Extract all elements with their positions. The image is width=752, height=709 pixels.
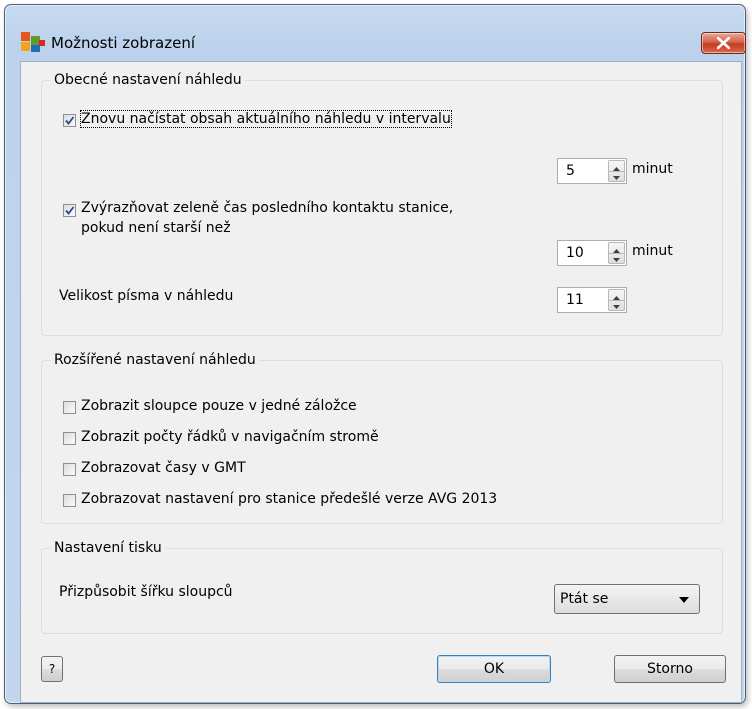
avg-logo-icon: [21, 32, 45, 52]
option-label-gmt[interactable]: Zobrazovat časy v GMT: [81, 460, 246, 476]
option-checkbox-avg2013[interactable]: [63, 494, 76, 507]
font-size-label: Velikost písma v náhledu: [59, 288, 234, 304]
cancel-button[interactable]: Storno: [614, 655, 726, 683]
option-label-row-counts[interactable]: Zobrazit počty řádků v navigačním stromě: [81, 429, 379, 445]
dialog-client-area: Obecné nastavení náhledu Znovu načístat …: [20, 61, 742, 703]
fit-columns-label: Přizpůsobit šířku sloupců: [59, 584, 233, 600]
print-settings-legend: Nastavení tisku: [54, 540, 162, 556]
close-icon: [717, 37, 730, 49]
fit-columns-value: Ptát se: [560, 591, 609, 607]
spin-down-icon[interactable]: [609, 253, 624, 263]
spinner-arrows[interactable]: [608, 242, 625, 264]
checkmark-icon: [65, 206, 75, 215]
title-bar[interactable]: Možnosti zobrazení: [5, 5, 746, 54]
checkmark-icon: [65, 116, 75, 125]
option-label-avg2013[interactable]: Zobrazovat nastavení pro stanice předešl…: [81, 491, 497, 507]
ok-button[interactable]: OK: [437, 655, 551, 683]
reload-label[interactable]: Znovu načístat obsah aktuálního náhledu …: [80, 110, 452, 128]
help-button[interactable]: ?: [41, 656, 63, 682]
window-title: Možnosti zobrazení: [51, 34, 196, 52]
reload-interval-spinner[interactable]: 5: [557, 158, 627, 184]
chevron-down-icon: [679, 597, 689, 603]
reload-interval-value: 5: [566, 163, 575, 179]
highlight-label-line1[interactable]: Zvýrazňovat zeleně čas posledního kontak…: [81, 200, 453, 216]
dialog-window: Možnosti zobrazení Obecné nastavení náhl…: [4, 4, 746, 704]
advanced-settings-legend: Rozšířené nastavení náhledu: [54, 352, 256, 368]
highlight-checkbox[interactable]: [63, 204, 76, 217]
fit-columns-dropdown[interactable]: Ptát se: [554, 584, 700, 614]
option-label-single-tab[interactable]: Zobrazit sloupce pouze v jedné záložce: [81, 398, 357, 414]
font-size-value: 11: [566, 292, 584, 308]
reload-checkbox[interactable]: [63, 114, 76, 127]
option-checkbox-single-tab[interactable]: [63, 401, 76, 414]
option-checkbox-gmt[interactable]: [63, 463, 76, 476]
font-size-spinner[interactable]: 11: [557, 287, 627, 313]
close-button[interactable]: [701, 32, 746, 54]
spin-down-icon[interactable]: [609, 300, 624, 310]
highlight-interval-spinner[interactable]: 10: [557, 240, 627, 266]
spinner-arrows[interactable]: [608, 289, 625, 311]
spinner-arrows[interactable]: [608, 160, 625, 182]
reload-unit: minut: [632, 161, 673, 177]
general-settings-legend: Obecné nastavení náhledu: [54, 72, 242, 88]
highlight-label-line2[interactable]: pokud není starší než: [81, 220, 231, 236]
spin-down-icon[interactable]: [609, 171, 624, 181]
highlight-unit: minut: [632, 243, 673, 259]
highlight-interval-value: 10: [566, 245, 584, 261]
option-checkbox-row-counts[interactable]: [63, 432, 76, 445]
